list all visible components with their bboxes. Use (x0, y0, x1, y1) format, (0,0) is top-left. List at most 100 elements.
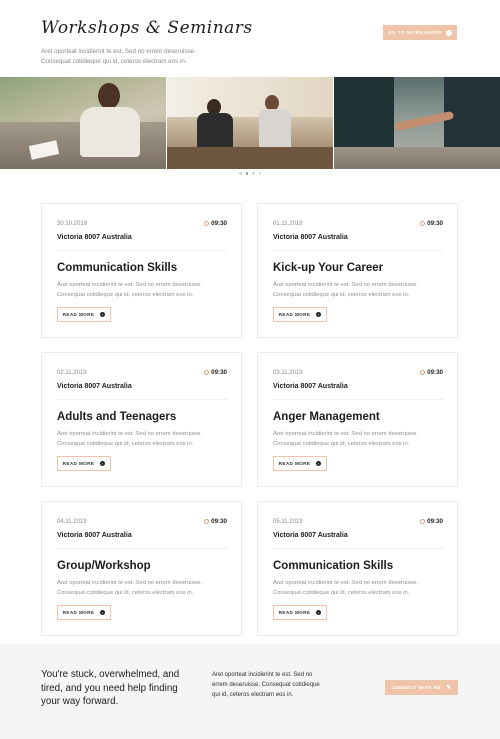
card-description: Aret oporteat incidierint te est. Sed no… (273, 281, 453, 300)
card-title[interactable]: Anger Management (273, 411, 380, 423)
card-description-line: Consequat cotidieque qui id, ceteros ele… (57, 291, 194, 298)
card-time: 09:30 (204, 220, 227, 227)
card-description: Aret oporteat incidierint te est. Sed no… (273, 579, 453, 598)
gallery-dot[interactable] (252, 172, 255, 175)
card-divider (273, 250, 443, 251)
gallery-photo-man-reading (0, 77, 166, 169)
read-more-button[interactable]: READ MORE › (273, 605, 327, 620)
card-description-line: Consequat cotidieque qui id, ceteros ele… (57, 589, 194, 596)
read-more-button[interactable]: READ MORE › (57, 605, 111, 620)
card-title[interactable]: Kick-up Your Career (273, 262, 383, 274)
card-location: Victoria 8007 Australia (57, 383, 132, 390)
card-description: Aret oporteat incidierint te est. Sed no… (57, 579, 237, 598)
card-description-line: Aret oporteat incidierint te est. Sed no… (273, 431, 418, 437)
card-time: 09:30 (420, 369, 443, 376)
read-more-label: READ MORE (278, 610, 311, 615)
card-date: 30.10.2019 (57, 221, 88, 227)
card-description-line: Consequat cotidieque qui id, ceteros ele… (57, 440, 194, 447)
arrow-right-circle-icon: › (316, 610, 322, 615)
read-more-label: READ MORE (62, 312, 95, 317)
read-more-button[interactable]: READ MORE › (57, 307, 111, 322)
clock-icon (420, 370, 426, 375)
card-title[interactable]: Communication Skills (273, 560, 393, 572)
clock-icon (420, 221, 426, 226)
card-title[interactable]: Adults and Teenagers (57, 411, 176, 423)
pencil-icon: ✎ (446, 685, 452, 691)
card-description: Aret oporteat incidierint te est. Sed no… (57, 430, 237, 449)
cta-heading-line: tired, and you need help finding (41, 682, 178, 694)
cta-heading-line: your way forward. (41, 696, 119, 707)
workshop-card: 03.11.2019 09:30 Victoria 8007 Australia An… (257, 352, 458, 487)
cta-heading-line: You're stuck, overwhelmed, and (41, 669, 180, 680)
card-divider (57, 399, 227, 400)
read-more-button[interactable]: READ MORE › (57, 456, 111, 471)
page-subtitle-line: Aret oporteat incidierint te est. Sed no… (41, 48, 196, 55)
card-time: 09:30 (420, 518, 443, 525)
arrow-right-circle-icon: › (100, 312, 106, 317)
page-subtitle-line: Consequat cotidieque qui id, ceteros ele… (41, 58, 187, 65)
arrow-right-circle-icon: › (316, 312, 322, 317)
card-description-line: Consequat cotidieque qui id, ceteros ele… (273, 291, 410, 298)
card-divider (57, 250, 227, 251)
go-to-workshops-label: GO TO WORKSHOPS (387, 30, 443, 35)
card-location: Victoria 8007 Australia (57, 234, 132, 241)
photo-gallery[interactable] (0, 77, 500, 169)
gallery-dot[interactable] (239, 172, 242, 175)
card-time-value: 09:30 (211, 518, 227, 525)
card-description: Aret oporteat incidierint te est. Sed no… (273, 430, 453, 449)
card-divider (273, 399, 443, 400)
read-more-label: READ MORE (62, 610, 95, 615)
card-time-value: 09:30 (211, 220, 227, 227)
connect-with-me-label: CONNECT WITH ME (391, 685, 442, 690)
card-location: Victoria 8007 Australia (273, 532, 348, 539)
card-date: 02.11.2019 (57, 370, 87, 376)
card-divider (57, 548, 227, 549)
cta-section: You're stuck, overwhelmed, and tired, an… (0, 644, 500, 739)
cta-heading: You're stuck, overwhelmed, and tired, an… (41, 668, 201, 709)
clock-icon (204, 519, 210, 524)
gallery-pagination[interactable] (0, 172, 500, 175)
read-more-button[interactable]: READ MORE › (273, 307, 327, 322)
card-time-value: 09:30 (211, 369, 227, 376)
card-date: 01.11.2019 (273, 221, 303, 227)
card-time-value: 09:30 (427, 369, 443, 376)
page-title: Workshops & Seminars (41, 18, 253, 38)
card-time-value: 09:30 (427, 220, 443, 227)
workshop-card: 04.11.2019 09:30 Victoria 8007 Australia Gr… (41, 501, 242, 636)
card-description-line: Consequat cotidieque qui id, ceteros ele… (273, 589, 410, 596)
gallery-dot[interactable] (258, 172, 261, 175)
cta-text-line: qui id, ceteros electram eos in. (212, 692, 294, 698)
card-date: 03.11.2019 (273, 370, 303, 376)
card-description-line: Consequat cotidieque qui id, ceteros ele… (273, 440, 410, 447)
go-to-workshops-button[interactable]: GO TO WORKSHOPS › (383, 25, 457, 40)
cta-text-line: errem deseruisse. Consequat cotidieque (212, 682, 320, 688)
read-more-label: READ MORE (62, 461, 95, 466)
page-header: Workshops & Seminars Aret oporteat incid… (0, 0, 500, 76)
card-description-line: Aret oporteat incidierint te est. Sed no… (273, 580, 418, 586)
card-title[interactable]: Group/Workshop (57, 560, 151, 572)
page-subtitle: Aret oporteat incidierint te est. Sed no… (41, 47, 261, 67)
gallery-dot-active[interactable] (245, 172, 248, 175)
card-date: 04.11.2019 (57, 519, 87, 525)
gallery-photo-holding-hands (334, 77, 500, 169)
connect-with-me-button[interactable]: CONNECT WITH ME ✎ (385, 680, 458, 695)
card-location: Victoria 8007 Australia (273, 234, 348, 241)
card-description-line: Aret oporteat incidierint te est. Sed no… (57, 431, 202, 437)
read-more-button[interactable]: READ MORE › (273, 456, 327, 471)
card-divider (273, 548, 443, 549)
card-description-line: Aret oporteat incidierint te est. Sed no… (57, 580, 202, 586)
arrow-right-circle-icon: › (446, 29, 453, 36)
card-time: 09:30 (204, 369, 227, 376)
clock-icon (420, 519, 426, 524)
clock-icon (204, 221, 210, 226)
read-more-label: READ MORE (278, 461, 311, 466)
gallery-photo-cafe (166, 77, 334, 169)
card-time: 09:30 (420, 220, 443, 227)
card-title[interactable]: Communication Skills (57, 262, 177, 274)
workshop-card: 02.11.2019 09:30 Victoria 8007 Australia Ad… (41, 352, 242, 487)
clock-icon (204, 370, 210, 375)
workshop-card: 05.11.2019 09:30 Victoria 8007 Australia Co… (257, 501, 458, 636)
card-description-line: Aret oporteat incidierint te est. Sed no… (57, 282, 202, 288)
card-description-line: Aret oporteat incidierint te est. Sed no… (273, 282, 418, 288)
cta-text: Aret oporteat incidierint te est. Sed no… (212, 670, 332, 700)
